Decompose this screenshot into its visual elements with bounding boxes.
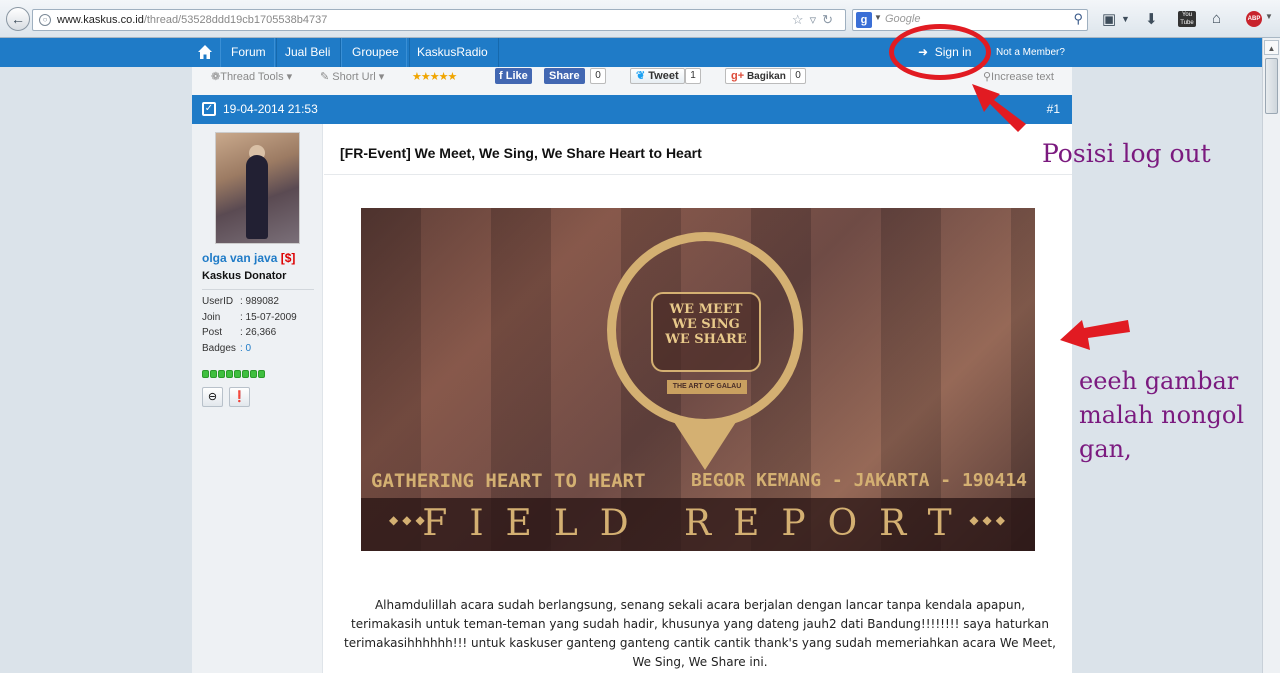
post-title: [FR-Event] We Meet, We Sing, We Share He… (340, 145, 702, 161)
tweet-count: 1 (685, 68, 701, 84)
divider (202, 289, 314, 290)
stat-post: Post: 26,366 (202, 327, 277, 338)
diamond-ornament: ◆◆◆ (969, 513, 1009, 527)
google-plus-icon: g+ (731, 70, 745, 82)
annotation-label-logout: Posisi log out (1042, 139, 1211, 168)
bookmarks-icon[interactable]: ▣ (1102, 10, 1116, 28)
home-icon[interactable]: ⌂ (1212, 10, 1221, 27)
edit-icon: ✎ (320, 71, 330, 83)
donator-tag: [$] (280, 251, 296, 265)
download-icon[interactable]: ⬇ (1145, 10, 1158, 28)
globe-icon: ○ (39, 14, 51, 26)
minus-circle-icon: ⊖ (207, 391, 218, 403)
adblock-icon[interactable]: ABP (1246, 11, 1262, 27)
facebook-icon: f (499, 70, 503, 82)
alert-icon: ❗ (232, 391, 247, 403)
url-text: www.kaskus.co.id/thread/53528ddd19cb1705… (57, 14, 328, 26)
tweet-button[interactable]: ❦ Tweet (630, 68, 685, 84)
badges-link[interactable]: : 0 (240, 343, 251, 354)
twitter-icon: ❦ (636, 70, 646, 82)
search-bar[interactable]: g ▼ Google ⚲ (852, 9, 1088, 31)
thread-page: ❁Thread Tools ▾ ✎ Short Url ▾ ★★★★★ f Li… (192, 67, 1072, 673)
banner-left-caption: GATHERING HEART TO HEART (371, 470, 646, 492)
annotation-arrow-icon (1060, 320, 1130, 350)
rating-stars[interactable]: ★★★★★ (412, 70, 457, 83)
chevron-down-icon[interactable]: ▼ (1265, 12, 1273, 21)
event-logo: WE MEET WE SING WE SHARE (665, 302, 747, 347)
user-title: Kaskus Donator (202, 270, 287, 282)
reputation-bar (202, 365, 266, 378)
annotation-label-image: eeeh gambar malah nongol gan, (1079, 367, 1244, 463)
search-input[interactable]: Google (885, 13, 920, 25)
stat-join: Join: 15-07-2009 (202, 311, 297, 323)
annotation-arrow-icon (972, 84, 1026, 132)
home-icon[interactable] (197, 44, 213, 60)
post-body: Alhamdulillah acara sudah berlangsung, s… (344, 598, 1056, 669)
youtube-icon[interactable]: You Tube (1178, 11, 1196, 27)
annotation-circle (889, 24, 991, 80)
stat-userid: UserID: 989082 (202, 296, 279, 307)
search-icon[interactable]: ⚲ (1073, 11, 1083, 27)
username-link[interactable]: olga van java [$] (202, 251, 295, 265)
nav-kaskusradio[interactable]: KaskusRadio (406, 38, 499, 67)
gear-icon: ❁ (211, 71, 221, 83)
banner-right-caption: BEGOR KEMANG - JAKARTA - 190414 (691, 470, 1027, 491)
facebook-like-button[interactable]: f Like (495, 68, 532, 84)
back-arrow-icon[interactable]: ← (6, 7, 30, 31)
not-member-link[interactable]: Not a Member? (996, 38, 1065, 67)
facebook-share-button[interactable]: Share (544, 68, 585, 84)
scroll-up-icon[interactable]: ▲ (1264, 40, 1279, 55)
facebook-share-count: 0 (590, 68, 606, 84)
scroll-thumb[interactable] (1265, 58, 1278, 114)
minus-button[interactable]: ⊖ (202, 387, 223, 407)
short-url-menu[interactable]: ✎ Short Url ▾ (320, 70, 384, 83)
google-icon: g (856, 12, 872, 28)
thread-tools-menu[interactable]: ❁Thread Tools ▾ (211, 70, 292, 83)
site-nav: Forum Jual Beli Groupee KaskusRadio ➜ Si… (0, 38, 1262, 67)
chevron-down-icon[interactable]: ▼ (874, 13, 882, 22)
nav-jual-beli[interactable]: Jual Beli (274, 38, 342, 67)
divider (324, 174, 1072, 175)
google-plus-count: 0 (790, 68, 806, 84)
post-number-link[interactable]: #1 (1047, 102, 1060, 116)
stat-badges: Badges: 0 (202, 342, 252, 354)
chevron-down-icon[interactable]: ▼ (1121, 14, 1130, 24)
field-report-banner: WE MEET WE SING WE SHARE THE ART OF GALAU … (361, 208, 1035, 551)
post-date: 19-04-2014 21:53 (223, 102, 318, 116)
checkbox-icon[interactable]: ✓ (202, 102, 216, 116)
vertical-scrollbar[interactable]: ▲ (1262, 38, 1280, 673)
banner-report-text: FIELD REPORT (422, 503, 974, 544)
post-header: ✓ 19-04-2014 21:53 #1 (192, 95, 1072, 124)
user-stats: UserID: 989082 Join: 15-07-2009 Post: 26… (202, 296, 297, 358)
nav-forum[interactable]: Forum (220, 38, 277, 67)
pin-tip (674, 422, 736, 470)
avatar[interactable] (215, 132, 300, 244)
google-plus-share-button[interactable]: g+ Bagikan (725, 68, 792, 84)
nav-groupee[interactable]: Groupee (341, 38, 410, 67)
user-sidebar: olga van java [$] Kaskus Donator UserID:… (192, 124, 323, 673)
browser-toolbar: ← ○ www.kaskus.co.id/thread/53528ddd19cb… (0, 0, 1280, 38)
address-bar[interactable]: ○ www.kaskus.co.id/thread/53528ddd19cb17… (32, 9, 846, 31)
bookmark-star-icon[interactable]: ☆▿↻ (792, 10, 839, 30)
logo-subtitle: THE ART OF GALAU (667, 380, 747, 394)
report-button[interactable]: ❗ (229, 387, 250, 407)
avatar-figure (246, 155, 268, 239)
